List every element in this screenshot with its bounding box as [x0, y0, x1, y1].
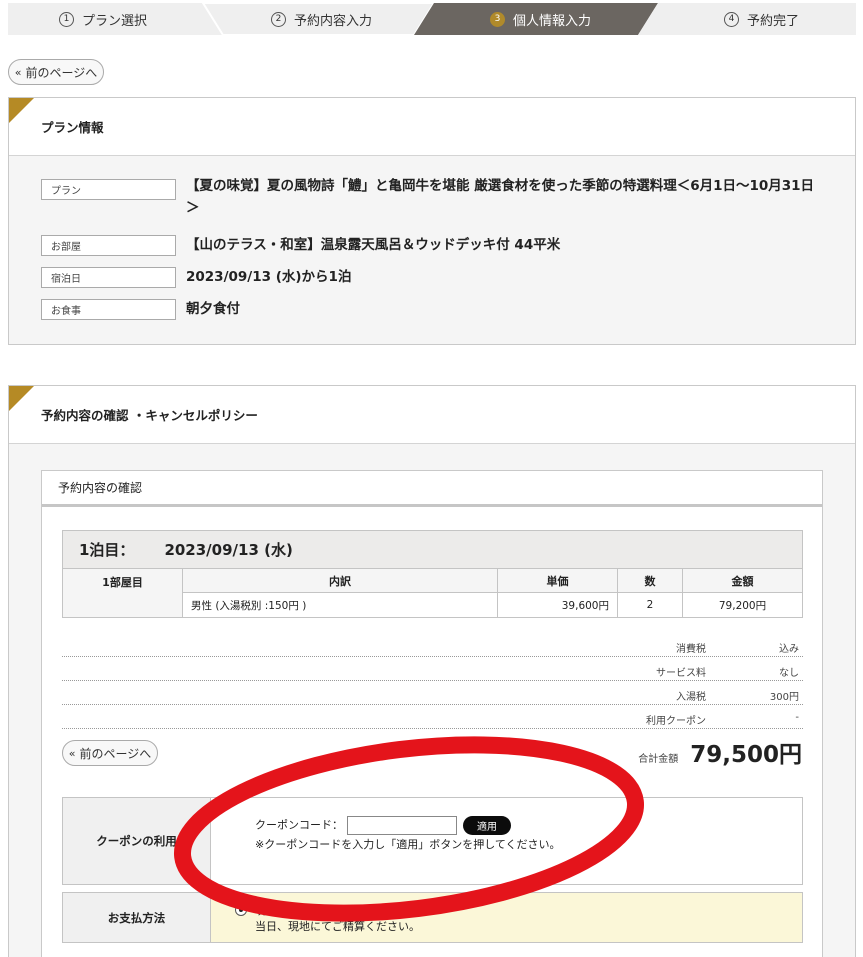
summary-value: 300円	[769, 692, 799, 703]
line-description: 男性 (入湯税別 :150円 )	[182, 592, 498, 618]
line-quantity: 2	[617, 592, 683, 618]
coupon-apply-button[interactable]: 適用	[463, 816, 511, 835]
payment-label: お支払方法	[63, 893, 211, 942]
step-progress-bar: 1 プラン選択 2 予約内容入力 3 個人情報入力 4 予約完了	[8, 3, 856, 35]
confirm-sub-panel: 予約内容の確認 1泊目： 2023/09/13 (水) 1部屋目 内訳 単価 数 …	[41, 470, 823, 957]
meal-row: お食事 朝夕食付	[41, 299, 816, 320]
confirm-sub-title: 予約内容の確認	[58, 481, 143, 495]
summary-row-coupon: 利用クーポン -	[62, 705, 803, 729]
step-3-number: 3	[490, 11, 505, 27]
payment-row: お支払方法 現地決済 当日、現地にてご精算ください。	[62, 892, 803, 943]
plan-row: プラン 【夏の味覚】夏の風物詩「鱧」と亀岡牛を堪能 厳選食材を使った季節の特選料…	[41, 178, 816, 219]
price-table: 1泊目： 2023/09/13 (水) 1部屋目 内訳 単価 数 金額 男性 (入…	[62, 530, 803, 618]
line-unit-price: 39,600円	[497, 592, 618, 618]
back-button-label: 前のページへ	[25, 65, 98, 80]
payment-option-label: 現地決済	[255, 904, 299, 917]
total-value: 79,500円	[690, 742, 802, 768]
summary-row-tax: 消費税 込み	[62, 633, 803, 657]
col-unit-price: 単価	[497, 568, 618, 593]
step-2: 2 予約内容入力	[271, 3, 372, 35]
step-3: 3 個人情報入力	[490, 3, 591, 35]
total-amount: 合計金額 79,500円	[638, 735, 802, 769]
night-date: 2023/09/13 (水)	[164, 541, 293, 559]
summary-label: サービス料	[656, 668, 706, 679]
coupon-note: ※クーポンコードを入力し「適用」ボタンを押してください。	[255, 838, 561, 851]
summary-row-bath-tax: 入湯税 300円	[62, 681, 803, 705]
summary-value: -	[795, 712, 799, 723]
coupon-input-line: クーポンコード： 適用	[255, 816, 511, 835]
col-quantity: 数	[617, 568, 683, 593]
step-4-label: 予約完了	[747, 13, 800, 29]
step-1-number: 1	[59, 11, 74, 27]
summary-label: 消費税	[676, 644, 706, 655]
plan-label: プラン	[41, 179, 176, 200]
coupon-label: クーポンの利用	[63, 798, 211, 884]
reservation-confirm-panel: 予約内容の確認 ・キャンセルポリシー 予約内容の確認 1泊目： 2023/09/1…	[8, 385, 856, 957]
stay-date-row: 宿泊日 2023/09/13 (水)から1泊	[41, 267, 816, 288]
summary-value: なし	[779, 668, 799, 679]
summary-label: 入湯税	[676, 692, 706, 703]
plan-info-header: プラン情報	[9, 98, 855, 156]
col-breakdown: 内訳	[182, 568, 498, 593]
confirm-panel-header: 予約内容の確認 ・キャンセルポリシー	[9, 386, 855, 444]
confirm-sub-header: 予約内容の確認	[42, 471, 822, 507]
corner-accent	[9, 98, 34, 123]
stay-date-value: 2023/09/13 (水)から1泊	[186, 269, 352, 285]
confirm-panel-title: 予約内容の確認 ・キャンセルポリシー	[41, 408, 258, 423]
night-label: 1泊目：	[79, 541, 135, 559]
plan-info-title: プラン情報	[41, 120, 104, 135]
step-4: 4 予約完了	[724, 3, 799, 35]
col-amount: 金額	[682, 568, 803, 593]
back-button-label: 前のページへ	[79, 746, 152, 761]
corner-accent	[9, 386, 34, 411]
coupon-row: クーポンの利用 クーポンコード： 適用 ※クーポンコードを入力し「適用」ボタンを…	[62, 797, 803, 885]
summary-row-service: サービス料 なし	[62, 657, 803, 681]
step-2-number: 2	[271, 11, 286, 27]
payment-body: 現地決済 当日、現地にてご精算ください。	[211, 893, 802, 942]
coupon-body: クーポンコード： 適用 ※クーポンコードを入力し「適用」ボタンを押してください。	[211, 798, 802, 884]
payment-option[interactable]: 現地決済	[235, 902, 299, 918]
summary-value: 込み	[779, 644, 799, 655]
room-row: お部屋 【山のテラス・和室】温泉露天風呂＆ウッドデッキ付 44平米	[41, 235, 816, 256]
step-3-label: 個人情報入力	[513, 13, 592, 29]
payment-note: 当日、現地にてご精算ください。	[255, 920, 420, 933]
line-amount: 79,200円	[682, 592, 803, 618]
room-number-cell: 1部屋目	[62, 568, 183, 618]
step-2-label: 予約内容入力	[294, 13, 373, 29]
payment-radio[interactable]	[235, 904, 247, 916]
coupon-code-label: クーポンコード：	[255, 818, 343, 832]
room-label: お部屋	[41, 235, 176, 256]
coupon-code-input[interactable]	[346, 816, 457, 835]
meal-label: お食事	[41, 299, 176, 320]
step-1-label: プラン選択	[82, 13, 148, 29]
double-chevron-left-icon: «	[14, 65, 22, 79]
back-button-top[interactable]: « 前のページへ	[8, 59, 104, 85]
plan-info-panel: プラン情報 プラン 【夏の味覚】夏の風物詩「鱧」と亀岡牛を堪能 厳選食材を使った…	[8, 97, 856, 345]
double-chevron-left-icon: «	[68, 746, 76, 760]
back-button-bottom[interactable]: « 前のページへ	[62, 740, 158, 766]
summary-label: 利用クーポン	[646, 716, 706, 727]
total-label: 合計金額	[638, 754, 679, 765]
plan-value: 【夏の味覚】夏の風物詩「鱧」と亀岡牛を堪能 厳選食材を使った季節の特選料理＜6月…	[186, 178, 815, 216]
night-header: 1泊目： 2023/09/13 (水)	[62, 530, 803, 569]
meal-value: 朝夕食付	[186, 301, 240, 317]
step-4-number: 4	[724, 11, 739, 27]
room-value: 【山のテラス・和室】温泉露天風呂＆ウッドデッキ付 44平米	[186, 237, 561, 253]
step-1: 1 プラン選択	[59, 3, 147, 35]
stay-date-label: 宿泊日	[41, 267, 176, 288]
